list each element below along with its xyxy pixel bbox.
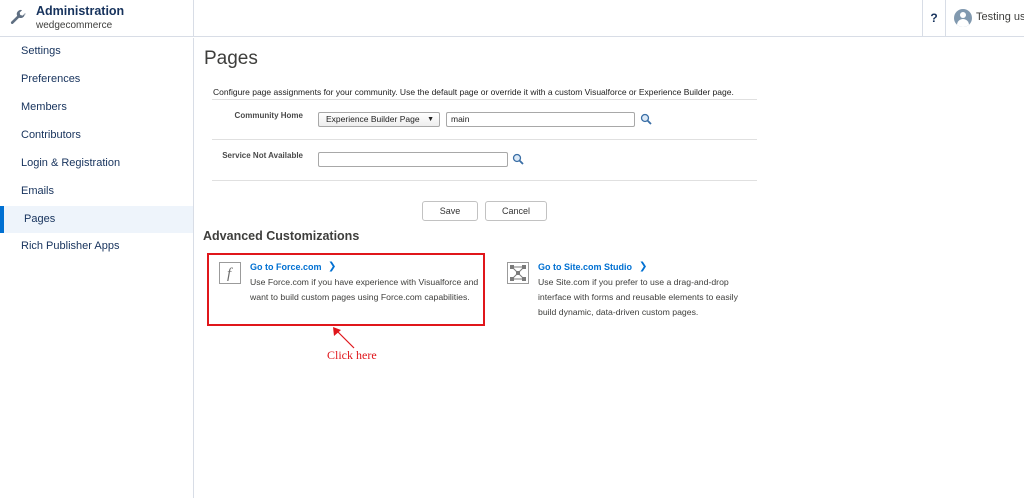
divider — [212, 99, 757, 100]
sidebar-item-pages[interactable]: Pages — [0, 206, 193, 233]
community-home-type-value: Experience Builder Page — [326, 114, 420, 124]
community-home-page-input[interactable]: main — [446, 112, 635, 127]
chevron-right-icon: ❯ — [639, 261, 648, 272]
sidebar: Settings Preferences Members Contributor… — [0, 38, 194, 498]
divider — [212, 180, 757, 181]
community-home-label: Community Home — [234, 111, 303, 120]
sidebar-item-rich-publisher-apps[interactable]: Rich Publisher Apps — [0, 233, 193, 260]
annotation-click-here: Click here — [327, 348, 377, 362]
dropdown-caret-icon: ▼ — [427, 116, 434, 123]
site-studio-icon — [507, 262, 529, 284]
service-not-available-input[interactable] — [318, 152, 508, 167]
go-to-site-studio-link[interactable]: Go to Site.com Studio — [538, 262, 632, 272]
wrench-icon — [10, 9, 26, 25]
app-title: Administration — [36, 4, 125, 18]
sidebar-item-emails[interactable]: Emails — [0, 178, 193, 205]
top-header: Administration wedgecommerce ? Testing u… — [0, 0, 1024, 37]
lookup-icon[interactable] — [512, 153, 524, 165]
community-name: wedgecommerce — [36, 20, 113, 31]
user-avatar-icon[interactable] — [954, 9, 972, 27]
save-button[interactable]: Save — [422, 201, 478, 221]
annotation-highlight-box — [207, 253, 485, 326]
divider — [212, 139, 757, 140]
site-card-description: Use Site.com if you prefer to use a drag… — [538, 277, 738, 317]
sidebar-item-members[interactable]: Members — [0, 94, 193, 121]
sidebar-item-settings[interactable]: Settings — [0, 38, 193, 65]
user-menu[interactable]: Testing use — [976, 11, 1024, 23]
help-button[interactable]: ? — [922, 0, 946, 37]
app-identity: Administration wedgecommerce — [0, 0, 194, 37]
cancel-button[interactable]: Cancel — [485, 201, 547, 221]
page-description: Configure page assignments for your comm… — [213, 87, 734, 97]
lookup-icon[interactable] — [640, 113, 652, 125]
service-not-available-label: Service Not Available — [222, 151, 303, 160]
community-home-type-select[interactable]: Experience Builder Page ▼ — [318, 112, 440, 127]
sidebar-item-contributors[interactable]: Contributors — [0, 122, 193, 149]
sidebar-item-login-registration[interactable]: Login & Registration — [0, 150, 193, 177]
sidebar-item-preferences[interactable]: Preferences — [0, 66, 193, 93]
advanced-customizations-heading: Advanced Customizations — [203, 229, 360, 243]
annotation-arrow-icon — [333, 327, 355, 349]
page-title: Pages — [204, 48, 258, 69]
